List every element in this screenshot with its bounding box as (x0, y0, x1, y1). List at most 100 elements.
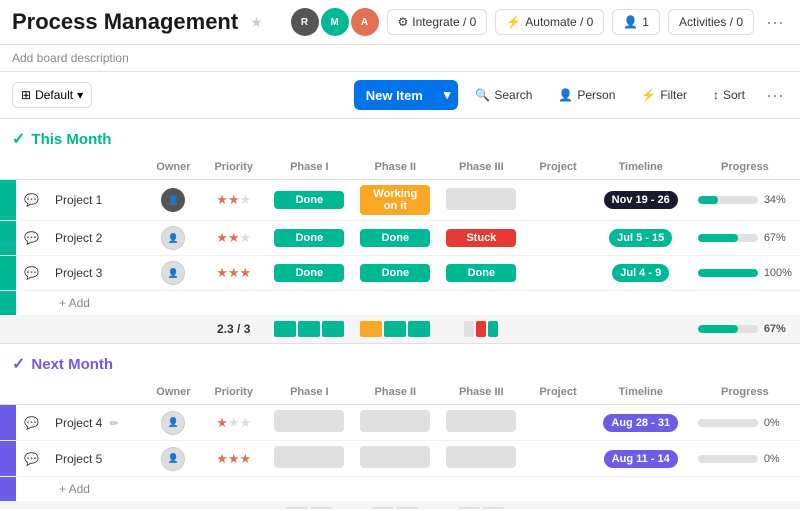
col-headers-this-month: Owner Priority Phase I Phase II Phase II… (0, 155, 800, 180)
progress-cell: 0% (690, 441, 800, 477)
phase1-badge (274, 446, 344, 468)
table-row: 💬 Project 3 👤 ★★★ Done Done Done Jul 4 -… (0, 256, 800, 291)
summary-phase1 (266, 315, 352, 344)
avatar-1: R (291, 8, 319, 36)
priority-cell: ★★★ (201, 180, 266, 221)
grid-icon: ⊞ (21, 88, 31, 102)
summary-score: 2 / 3 (201, 501, 266, 509)
person-filter-button[interactable]: 👤 Person (549, 82, 624, 108)
person-icon: 👤 (558, 88, 573, 102)
row-bar (0, 221, 16, 256)
phase2-cell[interactable] (352, 441, 438, 477)
board-content: ✓ This Month Owner Priority Phase I Phas… (0, 119, 800, 509)
phase2-cell[interactable]: Done (352, 256, 438, 291)
progress-cell: 34% (690, 180, 800, 221)
priority-cell: ★★★ (201, 221, 266, 256)
toolbar-more-menu[interactable]: ··· (762, 85, 788, 106)
table-row: 💬 Project 4 ✏ 👤 ★★★ Aug 28 - 31 0% (0, 405, 800, 441)
edit-icon[interactable]: ✏ (110, 418, 119, 430)
phase1-cell[interactable]: Done (266, 180, 352, 221)
activities-button[interactable]: Activities / 0 (668, 9, 754, 35)
automate-button[interactable]: ⚡ Automate / 0 (495, 9, 604, 35)
progress-bar (698, 419, 758, 427)
phase3-cell[interactable] (438, 441, 524, 477)
timeline-badge: Nov 19 - 26 (604, 191, 678, 209)
timeline-cell: Aug 28 - 31 (592, 405, 690, 441)
phase3-badge: Stuck (446, 229, 516, 247)
phase1-cell[interactable] (266, 405, 352, 441)
avatar-2: M (321, 8, 349, 36)
phase3-badge (446, 410, 516, 432)
new-item-dropdown-arrow[interactable]: ▾ (436, 80, 459, 110)
phase3-badge: Done (446, 264, 516, 282)
phase1-cell[interactable]: Done (266, 256, 352, 291)
member-button[interactable]: 👤 1 (612, 9, 660, 35)
progress-cell: 0% (690, 405, 800, 441)
phase3-cell[interactable] (438, 180, 524, 221)
search-icon: 🔍 (475, 88, 490, 102)
progress-cell: 67% (690, 221, 800, 256)
phase3-cell[interactable] (438, 405, 524, 441)
phase2-badge: Done (360, 229, 430, 247)
comment-cell[interactable]: 💬 (16, 180, 47, 221)
board-description[interactable]: Add board description (12, 51, 129, 65)
summary-progress-label: 67% (764, 323, 786, 335)
phase2-badge (360, 446, 430, 468)
comment-icon: 💬 (24, 416, 39, 430)
progress-bar (698, 455, 758, 463)
timeline-cell: Jul 4 - 9 (592, 256, 690, 291)
progress-bar (698, 196, 758, 204)
project-cell (524, 405, 591, 441)
new-item-button[interactable]: New Item ▾ (354, 80, 459, 110)
phase2-cell[interactable]: Done (352, 221, 438, 256)
search-button[interactable]: 🔍 Search (466, 82, 541, 108)
summary-phase3 (438, 501, 524, 509)
priority-cell: ★★★ (201, 441, 266, 477)
phase3-badge (446, 446, 516, 468)
phase3-cell[interactable]: Done (438, 256, 524, 291)
add-row-next-month[interactable]: + Add (0, 477, 800, 502)
project-name: Project 3 (47, 256, 146, 291)
phase1-cell[interactable] (266, 441, 352, 477)
phase1-badge: Done (274, 191, 344, 209)
comment-icon: 💬 (24, 231, 39, 245)
row-bar (0, 441, 16, 477)
comment-cell[interactable]: 💬 (16, 256, 47, 291)
avatar-3: A (351, 8, 379, 36)
phase3-cell[interactable]: Stuck (438, 221, 524, 256)
progress-fill (698, 196, 718, 204)
favorite-star-icon[interactable]: ★ (250, 14, 263, 31)
filter-button[interactable]: ⚡ Filter (632, 82, 696, 108)
phase3-badge (446, 188, 516, 210)
owner-avatar: 👤 (161, 447, 185, 471)
comment-cell[interactable]: 💬 (16, 221, 47, 256)
sort-button[interactable]: ↕ Sort (704, 82, 754, 108)
add-row-this-month[interactable]: + Add (0, 291, 800, 316)
phase1-badge: Done (274, 229, 344, 247)
project-cell (524, 221, 591, 256)
comment-icon: 💬 (24, 193, 39, 207)
owner-avatar: 👤 (161, 226, 185, 250)
default-view-button[interactable]: ⊞ Default ▾ (12, 82, 92, 108)
phase2-cell[interactable]: Working on it (352, 180, 438, 221)
progress-cell: 100% (690, 256, 800, 291)
project-name: Project 4 ✏ (47, 405, 146, 441)
summary-progress-bar (698, 325, 758, 333)
phase2-badge: Done (360, 264, 430, 282)
phase2-cell[interactable] (352, 405, 438, 441)
comment-cell[interactable]: 💬 (16, 405, 47, 441)
progress-label: 0% (764, 417, 780, 429)
timeline-badge: Aug 28 - 31 (603, 414, 678, 432)
table-row: 💬 Project 5 👤 ★★★ Aug 11 - 14 0% (0, 441, 800, 477)
col-headers-next-month: Owner Priority Phase I Phase II Phase II… (0, 380, 800, 405)
header-more-menu[interactable]: ··· (762, 12, 788, 33)
project-cell (524, 256, 591, 291)
project-cell (524, 441, 591, 477)
comment-cell[interactable]: 💬 (16, 441, 47, 477)
row-bar (0, 256, 16, 291)
phase1-cell[interactable]: Done (266, 221, 352, 256)
section-this-month: ✓ This Month Owner Priority Phase I Phas… (0, 119, 800, 344)
integrate-button[interactable]: ⚙ Integrate / 0 (387, 9, 488, 35)
project-cell (524, 180, 591, 221)
board-table: ✓ This Month Owner Priority Phase I Phas… (0, 119, 800, 509)
